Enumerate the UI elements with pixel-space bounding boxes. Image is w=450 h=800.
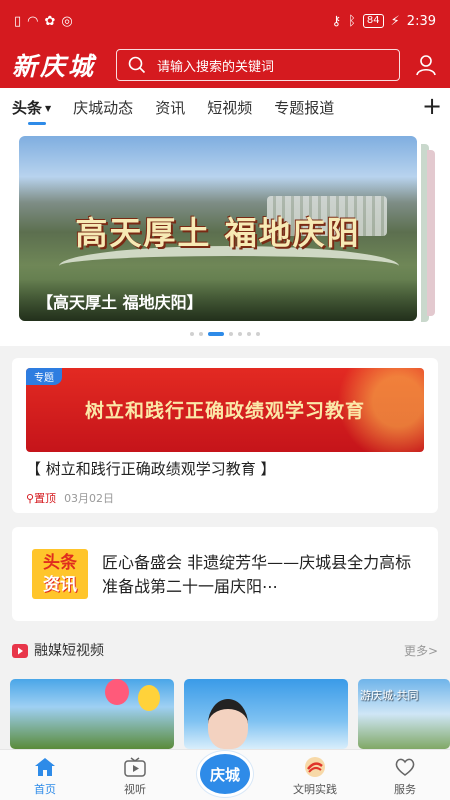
feature-title: 【 树立和践行正确政绩观学习教育 】: [26, 460, 276, 478]
bluetooth-icon: ᛒ: [348, 13, 356, 29]
balloon-image-detail: [105, 679, 129, 705]
topic-badge: 专题: [26, 368, 62, 385]
status-time: 2:39: [406, 13, 436, 29]
carousel-dot: [199, 332, 203, 336]
tab-label: 头条: [12, 98, 43, 117]
pin-icon: ⚲: [26, 492, 35, 505]
banner-slide[interactable]: 高天厚土 福地庆阳 【高天厚土 福地庆阳】: [19, 136, 417, 321]
video-section-header: 融媒短视频 更多>: [12, 640, 438, 660]
nav-label: 文明实践: [293, 783, 337, 796]
chevron-down-icon: ▼: [45, 103, 52, 113]
status-left-icons: ▯ ◠ ✿ ◎: [14, 14, 73, 29]
status-right-icons: ⚷ ᛒ 84 ⚡ 2:39: [332, 14, 436, 29]
carousel-dot-active: [208, 332, 224, 336]
key-icon: ⚷: [331, 13, 342, 29]
carousel-dot: [256, 332, 260, 336]
nav-label: 首页: [34, 783, 56, 796]
carousel-dot: [190, 332, 194, 336]
more-videos-link[interactable]: 更多>: [404, 642, 438, 659]
logo-bottom-text: 资讯: [43, 575, 77, 595]
heart-hand-icon: [393, 756, 417, 778]
video-thumbnail[interactable]: [184, 679, 348, 749]
headline-news-card[interactable]: 头条 资讯 匠心备盛会 非遗绽芳华——庆城县全力高标准备战第二十一届庆阳⋯: [12, 527, 438, 621]
civilization-logo-icon: [303, 756, 327, 778]
color-app-icon: ✿: [44, 13, 56, 29]
video-thumbnail[interactable]: 游庆城·共同: [358, 679, 450, 749]
category-tabs: 头条 ▼ 庆城动态 资讯 短视频 专题报道 +: [0, 88, 450, 126]
home-icon: [33, 756, 57, 778]
feature-meta: ⚲置顶 03月02日: [26, 490, 114, 506]
banner-caption: 【高天厚土 福地庆阳】: [19, 279, 417, 321]
feature-image: 专题 树立和践行正确政绩观学习教育: [26, 368, 424, 452]
carousel-dot: [247, 332, 251, 336]
feature-image-text: 树立和践行正确政绩观学习教育: [84, 400, 365, 422]
sim-icon: ▯: [14, 13, 22, 29]
tab-headlines[interactable]: 头条 ▼: [12, 97, 52, 125]
search-placeholder: 请输入搜索的关键词: [157, 59, 275, 75]
banner-carousel: 高天厚土 福地庆阳 【高天厚土 福地庆阳】: [0, 126, 450, 346]
nav-civilization-practice[interactable]: 文明实践: [270, 750, 360, 800]
video-section-title: 融媒短视频: [34, 643, 104, 659]
thumbnail-text: 游庆城·共同: [360, 689, 419, 702]
video-thumbnail[interactable]: [10, 679, 174, 749]
tv-icon: [123, 756, 147, 778]
carousel-dot: [238, 332, 242, 336]
nav-services[interactable]: 服务: [360, 750, 450, 800]
app-logo: 新庆城: [12, 52, 97, 81]
carousel-indicator: [0, 332, 450, 336]
search-input[interactable]: 请输入搜索的关键词: [116, 49, 400, 81]
logo-top-text: 头条: [43, 553, 77, 573]
balloon-image-detail: [138, 685, 160, 711]
feature-date: 03月02日: [64, 492, 115, 505]
app-header: 新庆城 请输入搜索的关键词: [0, 42, 450, 88]
status-bar: ▯ ◠ ✿ ◎ ⚷ ᛒ 84 ⚡ 2:39: [0, 0, 450, 42]
qingcheng-center-button[interactable]: 庆城: [197, 751, 253, 797]
pinned-label: 置顶: [34, 492, 57, 505]
nav-home[interactable]: 首页: [0, 750, 90, 800]
charging-icon: ⚡: [390, 13, 400, 29]
add-tab-icon[interactable]: +: [420, 94, 444, 118]
tab-qingcheng-news[interactable]: 庆城动态: [73, 97, 133, 118]
banner-image-text: 高天厚土 福地庆阳: [75, 214, 361, 252]
pinned-badge: ⚲置顶: [26, 490, 56, 506]
video-play-icon: [12, 643, 28, 658]
nav-label: 视听: [124, 783, 146, 796]
tab-special-reports[interactable]: 专题报道: [274, 97, 334, 118]
search-icon: [127, 55, 147, 75]
battery-icon: 84: [362, 14, 384, 28]
headline-news-logo: 头条 资讯: [32, 549, 88, 599]
person-image-detail: [208, 699, 248, 749]
user-icon[interactable]: [414, 53, 438, 77]
wifi-icon: ◠: [27, 13, 39, 29]
dnd-icon: ◎: [61, 13, 73, 29]
nav-audio-video[interactable]: 视听: [90, 750, 180, 800]
tab-short-video[interactable]: 短视频: [207, 97, 252, 118]
nav-label: 服务: [394, 783, 416, 796]
tab-info[interactable]: 资讯: [155, 97, 185, 118]
carousel-stack-edge: [427, 150, 435, 316]
carousel-dot: [229, 332, 233, 336]
headline-news-text: 匠心备盛会 非遗绽芳华——庆城县全力高标准备战第二十一届庆阳⋯: [102, 553, 412, 596]
feature-card[interactable]: 专题 树立和践行正确政绩观学习教育 【 树立和践行正确政绩观学习教育 】 ⚲置顶…: [12, 358, 438, 513]
